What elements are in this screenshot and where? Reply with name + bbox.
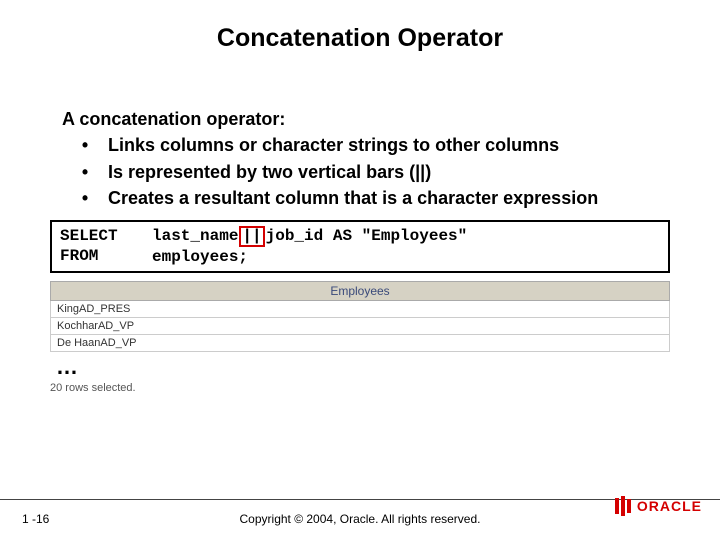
oracle-logo: ORACLE <box>615 496 702 516</box>
table-row: De HaanAD_VP <box>50 335 670 352</box>
bullet-dot: • <box>62 160 108 184</box>
bullet-dot: • <box>62 133 108 157</box>
logo-bar-icon <box>621 496 625 516</box>
list-item: • Creates a resultant column that is a c… <box>62 186 658 210</box>
bullet-text: Links columns or character strings to ot… <box>108 133 658 157</box>
slide: Concatenation Operator A concatenation o… <box>0 0 720 540</box>
copyright-text: Copyright © 2004, Oracle. All rights res… <box>0 512 720 526</box>
sql-code-box: SELECT FROM last_name||job_id AS "Employ… <box>50 220 670 273</box>
slide-footer: 1 -16 Copyright © 2004, Oracle. All righ… <box>0 494 720 534</box>
from-line: employees; <box>152 247 660 267</box>
expr-pre: last_name <box>152 227 238 245</box>
bullet-list: • Links columns or character strings to … <box>62 133 658 210</box>
expr-post: job_id AS "Employees" <box>266 227 468 245</box>
select-keyword: SELECT <box>60 226 152 246</box>
logo-bar-icon <box>615 498 619 514</box>
sql-keywords: SELECT FROM <box>60 226 152 267</box>
sql-expression: last_name||job_id AS "Employees" employe… <box>152 226 660 267</box>
logo-text: ORACLE <box>637 498 702 514</box>
bullet-dot: • <box>62 186 108 210</box>
bullet-text: Is represented by two vertical bars (||) <box>108 160 658 184</box>
result-column-header: Employees <box>50 281 670 301</box>
select-line: last_name||job_id AS "Employees" <box>152 226 660 247</box>
list-item: • Is represented by two vertical bars (|… <box>62 160 658 184</box>
logo-bar-icon <box>627 499 631 513</box>
footer-divider <box>0 499 720 500</box>
table-row: KochharAD_VP <box>50 318 670 335</box>
result-table: Employees KingAD_PRES KochharAD_VP De Ha… <box>50 281 670 352</box>
slide-body: A concatenation operator: • Links column… <box>0 53 720 210</box>
table-row: KingAD_PRES <box>50 301 670 318</box>
concat-operator-highlight: || <box>239 226 264 247</box>
row-count: 20 rows selected. <box>50 380 670 396</box>
lead-text: A concatenation operator: <box>62 107 658 131</box>
from-keyword: FROM <box>60 246 152 266</box>
bullet-text: Creates a resultant column that is a cha… <box>108 186 658 210</box>
list-item: • Links columns or character strings to … <box>62 133 658 157</box>
slide-title: Concatenation Operator <box>0 0 720 53</box>
ellipsis: … <box>56 354 664 380</box>
